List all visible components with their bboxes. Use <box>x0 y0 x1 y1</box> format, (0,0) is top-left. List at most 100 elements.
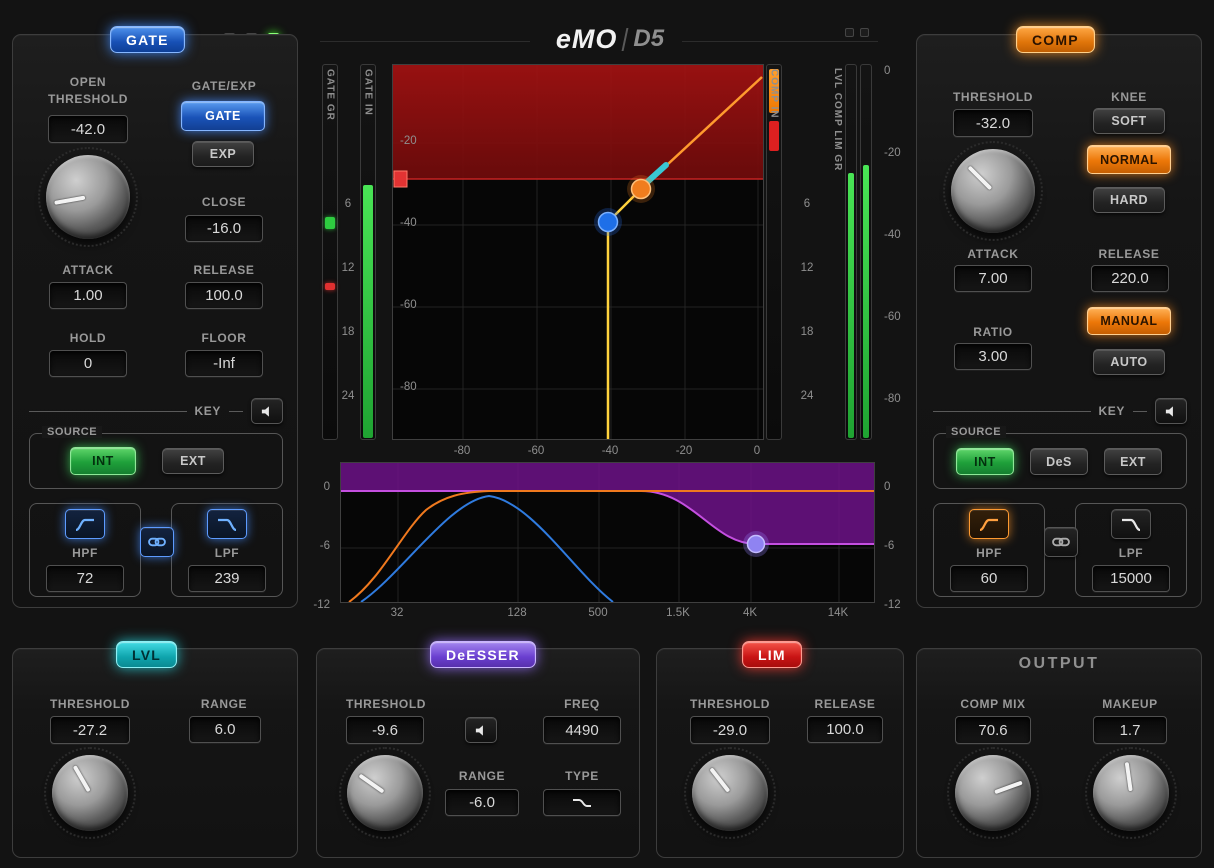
gate-source-ext-button[interactable]: EXT <box>162 448 224 474</box>
comp-lpf-icon-button[interactable] <box>1111 509 1151 539</box>
gate-hold-value[interactable]: 0 <box>49 350 127 377</box>
eq-x-32: 32 <box>390 607 404 619</box>
output-comp-mix-knob[interactable] <box>947 747 1039 839</box>
gate-floor-value[interactable]: -Inf <box>185 350 263 377</box>
comp-hpf-icon-button[interactable] <box>969 509 1009 539</box>
gate-hpf-value[interactable]: 72 <box>46 565 124 592</box>
clip-led-left <box>845 28 854 37</box>
eq-yl-12: -12 <box>313 599 330 611</box>
gate-lpf-value[interactable]: 239 <box>188 565 266 592</box>
hpf-curve-icon <box>979 518 998 531</box>
deesser-threshold-knob[interactable] <box>339 747 431 839</box>
gate-close-value[interactable]: -16.0 <box>185 215 263 242</box>
comp-source-int-button[interactable]: INT <box>956 448 1014 475</box>
gate-key-monitor-button[interactable] <box>251 398 283 424</box>
comp-key-line <box>933 410 1091 412</box>
deesser-panel: THRESHOLD -9.6 FREQ 4490 RANGE -6.0 TYPE <box>316 648 640 858</box>
gate-hpf-icon-button[interactable] <box>65 509 105 539</box>
clip-led-right <box>860 28 869 37</box>
comp-in-meter: COMP IN <box>766 64 782 440</box>
key-filter-graph <box>340 462 875 603</box>
gate-gr-meter-label: GATE GR <box>324 69 336 121</box>
comp-knee-soft-button[interactable]: SOFT <box>1093 108 1165 134</box>
deesser-range-value[interactable]: -6.0 <box>445 789 519 816</box>
comp-key-row: KEY <box>933 397 1187 425</box>
comp-key-monitor-button[interactable] <box>1155 398 1187 424</box>
comp-lpf-label: LPF <box>1118 546 1144 560</box>
comp-release-manual-button[interactable]: MANUAL <box>1087 307 1171 335</box>
gate-release-value[interactable]: 100.0 <box>185 282 263 309</box>
right-scale-18: 18 <box>800 326 814 338</box>
lim-section-tag[interactable]: LIM <box>742 641 802 668</box>
deesser-freq-handle[interactable] <box>746 534 766 554</box>
lim-release-value[interactable]: 100.0 <box>807 716 883 743</box>
output-makeup-value[interactable]: 1.7 <box>1093 716 1167 744</box>
gate-source-int-button[interactable]: INT <box>70 447 136 475</box>
lim-threshold-knob[interactable] <box>684 747 776 839</box>
comp-key-label: KEY <box>1098 404 1125 418</box>
lvl-section-tag[interactable]: LVL <box>116 641 178 668</box>
gate-gr-meter: GATE GR <box>322 64 338 440</box>
lvl-panel: THRESHOLD -27.2 RANGE 6.0 <box>12 648 298 858</box>
comp-lpf-value[interactable]: 15000 <box>1092 565 1170 592</box>
plugin-logo: eMO D5 <box>545 24 675 54</box>
graph-x-60: -60 <box>527 445 545 457</box>
graph-yr-0: 0 <box>884 65 891 77</box>
comp-hpf-value[interactable]: 60 <box>950 565 1028 592</box>
gate-open-threshold-knob[interactable] <box>38 147 138 247</box>
gate-mode-gate-button[interactable]: GATE <box>181 101 265 131</box>
comp-release-value[interactable]: 220.0 <box>1091 265 1169 292</box>
comp-knee-hard-button[interactable]: HARD <box>1093 187 1165 213</box>
output-comp-mix-label: COMP MIX <box>960 697 1026 711</box>
speaker-icon <box>261 405 269 417</box>
limiter-region <box>393 65 763 179</box>
eq-yr-12: -12 <box>884 599 901 611</box>
logo-d5-text: D5 <box>633 25 665 52</box>
header-divider-left <box>320 41 530 42</box>
deesser-monitor-button[interactable] <box>465 717 497 743</box>
comp-source-ext-button[interactable]: EXT <box>1104 448 1162 475</box>
comp-threshold-handle[interactable] <box>630 178 652 200</box>
eq-yl-6: -6 <box>319 540 330 552</box>
eq-x-14k: 14K <box>827 607 849 619</box>
gate-mode-exp-button[interactable]: EXP <box>192 141 254 167</box>
comp-threshold-knob[interactable] <box>943 141 1043 241</box>
lvl-threshold-knob[interactable] <box>44 747 136 839</box>
gr-bar-b <box>863 165 869 438</box>
comp-attack-value[interactable]: 7.00 <box>954 265 1032 292</box>
deesser-freq-value[interactable]: 4490 <box>543 716 621 744</box>
graph-x-40: -40 <box>601 445 619 457</box>
output-comp-mix-value[interactable]: 70.6 <box>955 716 1031 744</box>
gate-lpf-icon-button[interactable] <box>207 509 247 539</box>
gate-threshold-handle[interactable] <box>597 211 619 233</box>
graph-x-0: 0 <box>753 445 761 457</box>
deesser-type-selector[interactable] <box>543 789 621 816</box>
gate-section-tag[interactable]: GATE <box>110 26 185 53</box>
graph-yr-80: -80 <box>884 393 901 405</box>
lvl-comp-lim-gr-meter-a <box>845 64 857 440</box>
lim-threshold-handle[interactable] <box>393 170 408 188</box>
gate-attack-value[interactable]: 1.00 <box>49 282 127 309</box>
comp-section-tag[interactable]: COMP <box>1016 26 1095 53</box>
gate-floor-label: FLOOR <box>201 331 247 345</box>
link-icon <box>1052 537 1070 547</box>
comp-filter-link-button[interactable] <box>1044 527 1078 557</box>
deesser-threshold-value[interactable]: -9.6 <box>346 716 424 744</box>
deesser-section-tag[interactable]: DeESSER <box>430 641 536 668</box>
lvl-threshold-value[interactable]: -27.2 <box>50 716 130 744</box>
output-makeup-knob[interactable] <box>1085 747 1177 839</box>
lim-threshold-value[interactable]: -29.0 <box>690 716 770 744</box>
comp-ratio-value[interactable]: 3.00 <box>954 343 1032 370</box>
gate-open-threshold-value[interactable]: -42.0 <box>48 115 128 143</box>
comp-source-des-button[interactable]: DeS <box>1030 448 1088 475</box>
lim-threshold-label: THRESHOLD <box>689 697 771 711</box>
graph-yr-20: -20 <box>884 147 901 159</box>
lvl-range-value[interactable]: 6.0 <box>189 716 261 743</box>
comp-attack-label: ATTACK <box>967 247 1019 261</box>
comp-release-auto-button[interactable]: AUTO <box>1093 349 1165 375</box>
eq-x-500: 500 <box>588 607 608 619</box>
gate-filter-link-button[interactable] <box>140 527 174 557</box>
eq-yl-0: 0 <box>323 481 330 493</box>
gate-scale-24: 24 <box>341 390 355 402</box>
comp-knee-normal-button[interactable]: NORMAL <box>1087 145 1171 174</box>
